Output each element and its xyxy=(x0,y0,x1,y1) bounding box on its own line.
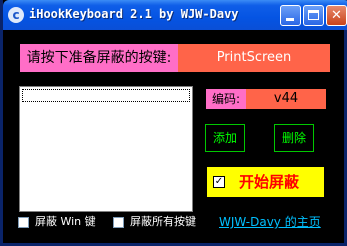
key-prompt-label: 请按下准备屏蔽的按键: xyxy=(20,44,178,72)
code-label: 编码: xyxy=(206,89,246,109)
minimize-button[interactable] xyxy=(280,5,301,26)
add-button[interactable]: 添加 xyxy=(205,124,245,152)
list-item-focus[interactable] xyxy=(22,89,190,102)
homepage-link[interactable]: WJW-Davy 的主页 xyxy=(219,213,321,230)
close-button[interactable]: ✕ xyxy=(326,5,347,26)
minimize-icon xyxy=(286,18,294,21)
delete-button[interactable]: 删除 xyxy=(274,124,314,152)
app-window: c iHookKeyboard 2.1 by WJW-Davy ✕ 请按下准备屏… xyxy=(0,0,347,246)
maximize-button[interactable] xyxy=(303,5,324,26)
window-title: iHookKeyboard 2.1 by WJW-Davy xyxy=(29,7,239,21)
block-win-key-option[interactable]: 屏蔽 Win 键 xyxy=(18,215,96,229)
captured-key-field[interactable]: PrintScreen xyxy=(178,44,330,72)
start-blocking-label: 开始屏蔽 xyxy=(239,173,300,191)
start-blocking-checkbox[interactable]: ✓ xyxy=(213,176,225,188)
block-win-key-checkbox[interactable] xyxy=(18,216,29,228)
app-icon[interactable]: c xyxy=(8,7,24,23)
start-blocking-toggle[interactable]: ✓ 开始屏蔽 xyxy=(207,167,324,197)
blocked-keys-list[interactable] xyxy=(19,86,193,212)
code-value: v44 xyxy=(246,89,326,109)
block-all-keys-label: 屏蔽所有按键 xyxy=(130,215,196,228)
block-all-keys-option[interactable]: 屏蔽所有按键 xyxy=(113,215,196,229)
close-icon: ✕ xyxy=(331,8,342,23)
maximize-icon xyxy=(308,10,319,20)
block-all-keys-checkbox[interactable] xyxy=(113,216,124,228)
title-bar[interactable]: c iHookKeyboard 2.1 by WJW-Davy ✕ xyxy=(3,0,347,30)
block-win-key-label: 屏蔽 Win 键 xyxy=(35,215,96,228)
